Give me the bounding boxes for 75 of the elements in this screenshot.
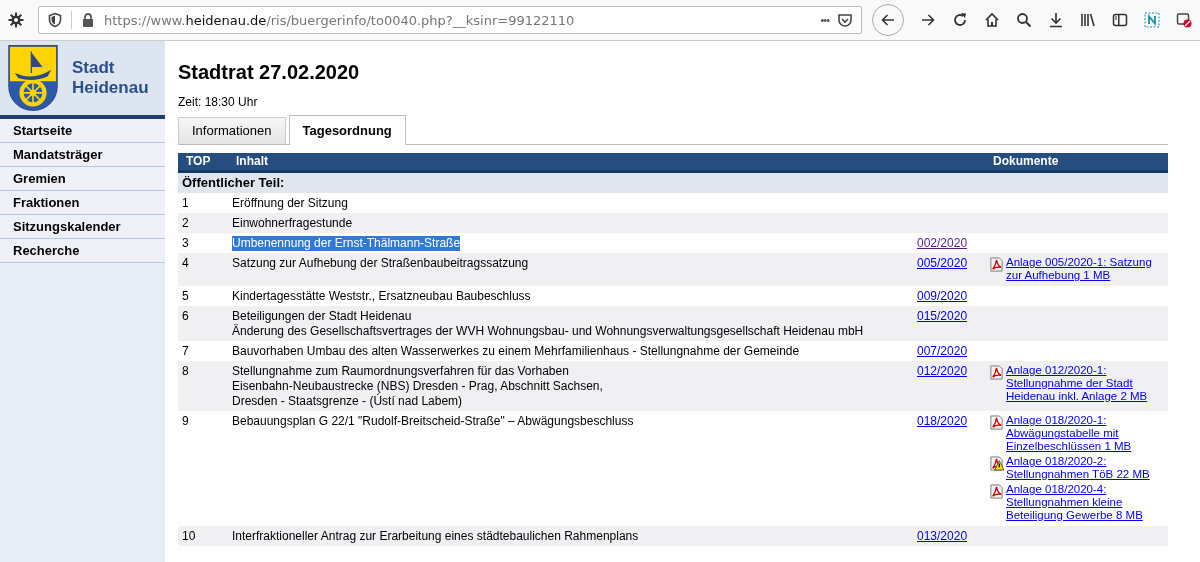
shield-icon[interactable]: [47, 12, 63, 28]
tab[interactable]: Tagesordnung: [288, 115, 406, 145]
nav-link[interactable]: Recherche: [0, 239, 165, 263]
agenda-item-text: Einwohnerfragestunde: [232, 216, 353, 231]
agenda-item-text: Beteiligungen der Stadt Heidenau: [232, 309, 412, 324]
pocket-icon[interactable]: [837, 12, 853, 28]
attachment-link[interactable]: Anlage 005/2020-1: Satzung zur Aufhebung 1 MB: [1006, 256, 1164, 282]
agenda-item-text: Bebauungsplan G 22/1 "Rudolf-Breitscheid-Straße" – Abwägungsbeschluss: [232, 414, 634, 429]
nav-link[interactable]: Gremien: [0, 167, 165, 191]
section-heading: Öffentlicher Teil:: [178, 173, 1168, 193]
item-number: 8: [182, 364, 189, 378]
tab[interactable]: Informationen: [178, 117, 286, 144]
city-name[interactable]: Stadt: [72, 58, 149, 78]
pdf-warning-icon: [989, 456, 1004, 471]
item-number: 2: [182, 216, 189, 230]
page-actions-button[interactable]: •••: [820, 14, 829, 26]
agenda-item-text: Satzung zur Aufhebung der Straßenbaubeitragssatzung: [232, 256, 529, 271]
search-icon[interactable]: [1016, 12, 1032, 28]
agenda-item-text: Bauvorhaben Umbau des alten Wasserwerkes zu einem Mehrfamilienhaus - Stellungnahme der Gemeinde: [232, 344, 800, 359]
pdf-icon: [989, 415, 1004, 430]
blocked-window-icon[interactable]: [1176, 12, 1192, 28]
agenda-item-text: Eisenbahn-Neubaustrecke (NBS) Dresden - Prag, Abschnitt Sachsen,: [232, 379, 603, 394]
library-icon[interactable]: [1080, 12, 1096, 28]
document-number-link[interactable]: 007/2020: [917, 344, 968, 358]
forward-icon[interactable]: [920, 12, 936, 28]
column-header: Inhalt: [236, 154, 268, 168]
agenda-item-text: Kindertagesstätte Weststr., Ersatzneubau Baubeschluss: [232, 289, 531, 304]
nav-link[interactable]: Mandatsträger: [0, 143, 165, 167]
coat-of-arms-drawing: [8, 45, 58, 111]
item-number: 5: [182, 289, 189, 303]
column-header: TOP: [186, 154, 211, 168]
nav-link[interactable]: Fraktionen: [0, 191, 165, 215]
item-number: 4: [182, 256, 189, 270]
agenda-item-text: Eröffnung der Sitzung: [232, 196, 348, 211]
document-number-link[interactable]: 018/2020: [917, 414, 968, 428]
item-number: 1: [182, 196, 189, 210]
document-number-link[interactable]: 013/2020: [917, 529, 968, 543]
column-header: Dokumente: [993, 154, 1059, 168]
agenda-item-text: Änderung des Gesellschaftsvertrages der WVH Wohnungsbau- und Wohnungsverwaltungsgesellschaft Heidenau mbH: [232, 324, 864, 339]
home-icon[interactable]: [984, 12, 1000, 28]
item-number: 7: [182, 344, 189, 358]
city-name[interactable]: Heidenau: [72, 78, 149, 98]
attachment-link[interactable]: Anlage 018/2020-4: Stellungnahmen kleine Beteiligung Gewerbe 8 MB: [1006, 483, 1164, 522]
address-bar[interactable]: https://www.heidenau.de/ris/buergerinfo/to0040.php?__ksinr=99122110 •••: [38, 6, 862, 34]
item-number: 3: [182, 236, 189, 250]
agenda-item-text: Umbenennung der Ernst-Thälmann-Straße: [232, 236, 461, 251]
item-number: 9: [182, 414, 189, 428]
sidebar-icon[interactable]: [1112, 12, 1128, 28]
item-number: 6: [182, 309, 189, 323]
download-icon[interactable]: [1048, 12, 1064, 28]
attachment-link[interactable]: Anlage 018/2020-2: Stellungnahmen TöB 22 MB: [1006, 455, 1164, 481]
attachment-link[interactable]: Anlage 018/2020-1: Abwägungstabelle mit Einzelbeschlüssen 1 MB: [1006, 414, 1164, 453]
document-number-link[interactable]: 009/2020: [917, 289, 968, 303]
attachment-link[interactable]: Anlage 012/2020-1: Stellungnahme der Stadt Heidenau inkl. Anlage 2 MB: [1006, 364, 1164, 403]
pdf-icon: [989, 257, 1004, 272]
nav-link[interactable]: Startseite: [0, 119, 165, 143]
settings-icon[interactable]: [8, 12, 24, 28]
lock-icon: [80, 12, 96, 28]
reload-icon[interactable]: [952, 12, 968, 28]
document-number-link[interactable]: 012/2020: [917, 364, 968, 378]
back-arrow-icon: [880, 12, 896, 28]
document-number-link[interactable]: 015/2020: [917, 309, 968, 323]
url-text: https://www.heidenau.de/ris/buergerinfo/to0040.php?__ksinr=99122110: [104, 12, 576, 28]
agenda-item-text: Dresden - Staatsgrenze - (Ústí nad Labem): [232, 394, 463, 409]
meeting-time: Zeit: 18:30 Uhr: [178, 95, 259, 111]
document-number-link[interactable]: 002/2020: [917, 236, 968, 250]
pdf-icon: [989, 484, 1004, 499]
document-number-link[interactable]: 005/2020: [917, 256, 968, 270]
item-number: 10: [182, 529, 196, 543]
agenda-item-text: Interfraktioneller Antrag zur Erarbeitung eines städtebaulichen Rahmenplans: [232, 529, 639, 544]
nav-link[interactable]: Sitzungskalender: [0, 215, 165, 239]
extension-icon[interactable]: [1144, 12, 1160, 28]
pdf-icon: [989, 365, 1004, 380]
page-title: Stadtrat 27.02.2020: [178, 60, 361, 85]
agenda-item-text: Stellungnahme zum Raumordnungsverfahren für das Vorhaben: [232, 364, 569, 379]
